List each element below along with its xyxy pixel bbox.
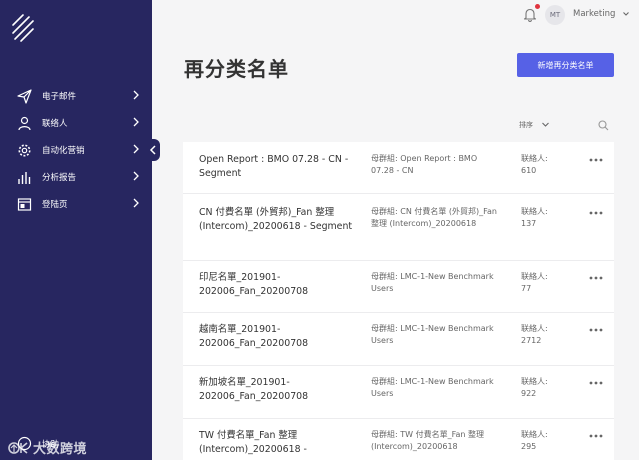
parent-group: 母群組: CN 付費名單 (外貿邦)_Fan 整理 (Intercom)_202… xyxy=(371,207,497,228)
contact-count-value: 137 xyxy=(521,219,537,228)
list-item[interactable]: CN 付費名單 (外貿邦)_Fan 整理 (Intercom)_20200618… xyxy=(183,194,614,261)
chevron-down-icon[interactable] xyxy=(622,10,630,18)
contact-count-label: 联絡人: xyxy=(521,377,548,386)
bar-chart-icon xyxy=(18,172,31,184)
avatar[interactable]: MT xyxy=(545,5,565,25)
new-segment-button[interactable]: 新增再分类名单 xyxy=(517,53,614,77)
contact-count: 联絡人: 137 xyxy=(521,206,548,230)
segment-name[interactable]: 越南名單_201901-202006_Fan_20200708 xyxy=(199,323,367,351)
list-item[interactable]: Open Report : BMO 07.28 - CN - Segment 母… xyxy=(183,142,614,194)
parent-group: 母群組: LMC-1-New Benchmark Users xyxy=(371,272,494,293)
contact-count-label: 联絡人: xyxy=(521,324,548,333)
search-icon[interactable] xyxy=(598,120,609,131)
contact-count: 联絡人: 295 xyxy=(521,429,548,453)
sidebar-item-reports[interactable]: 分析报告 xyxy=(0,164,152,191)
segment-name[interactable]: CN 付費名單 (外貿邦)_Fan 整理 (Intercom)_20200618… xyxy=(199,206,367,234)
contact-count: 联絡人: 77 xyxy=(521,271,548,295)
parent-group: 母群組: Open Report : BMO 07.28 - CN xyxy=(371,154,478,175)
segment-name[interactable]: 新加坡名單_201901-202006_Fan_20200708 xyxy=(199,376,367,404)
list-item[interactable]: 印尼名單_201901-202006_Fan_20200708 母群組: LMC… xyxy=(183,261,614,313)
segment-list: Open Report : BMO 07.28 - CN - Segment 母… xyxy=(183,142,614,460)
sidebar-item-label: 分析报告 xyxy=(42,173,77,183)
list-item[interactable]: 越南名單_201901-202006_Fan_20200708 母群組: LMC… xyxy=(183,313,614,366)
sidebar-nav: 电子邮件 联络人 自动化营销 分析报告 登陆页 xyxy=(0,83,152,218)
bell-icon[interactable] xyxy=(523,7,537,22)
contact-count-label: 联絡人: xyxy=(521,430,548,439)
logo-icon[interactable] xyxy=(11,13,35,43)
chevron-right-icon xyxy=(133,171,139,181)
gear-icon xyxy=(18,144,31,157)
sidebar-item-label: 自动化营销 xyxy=(42,146,85,156)
contact-count: 联絡人: 2712 xyxy=(521,323,548,347)
contact-count: 联絡人: 610 xyxy=(521,153,548,177)
contact-count-value: 922 xyxy=(521,389,537,398)
parent-group: 母群組: LMC-1-New Benchmark Users xyxy=(371,377,494,398)
more-options-icon[interactable] xyxy=(589,275,603,281)
sidebar-item-email[interactable]: 电子邮件 xyxy=(0,83,152,110)
sidebar: 电子邮件 联络人 自动化营销 分析报告 登陆页 协助 大数跨境 xyxy=(0,0,152,460)
sidebar-item-label: 联络人 xyxy=(42,119,68,129)
chevron-right-icon xyxy=(133,198,139,208)
page-title: 再分类名单 xyxy=(184,57,289,81)
more-options-icon[interactable] xyxy=(589,433,603,439)
sidebar-collapse-toggle[interactable] xyxy=(146,139,160,161)
chevron-down-icon[interactable] xyxy=(541,121,550,129)
contact-count-value: 610 xyxy=(521,166,537,175)
contact-count: 联絡人: 922 xyxy=(521,376,548,400)
chevron-left-icon xyxy=(149,145,156,155)
workspace-selector[interactable]: Marketing xyxy=(573,9,615,19)
parent-group: 母群組: TW 付費名單_Fan 整理 (Intercom)_20200618 xyxy=(371,430,484,451)
notification-badge xyxy=(535,4,540,9)
segment-name[interactable]: Open Report : BMO 07.28 - CN - Segment xyxy=(199,153,367,181)
chevron-right-icon xyxy=(133,90,139,100)
watermark: 大数跨境 xyxy=(8,438,87,457)
sidebar-item-contacts[interactable]: 联络人 xyxy=(0,110,152,137)
more-options-icon[interactable] xyxy=(589,380,603,386)
contact-count-label: 联絡人: xyxy=(521,207,548,216)
sidebar-item-landing-pages[interactable]: 登陆页 xyxy=(0,191,152,218)
more-options-icon[interactable] xyxy=(589,157,603,163)
send-icon xyxy=(17,89,32,104)
contact-count-label: 联絡人: xyxy=(521,272,548,281)
contact-count-value: 295 xyxy=(521,442,537,451)
sidebar-item-automation[interactable]: 自动化营销 xyxy=(0,137,152,164)
sort-dropdown[interactable]: 排序 xyxy=(519,120,533,130)
watermark-logo-icon xyxy=(8,441,28,454)
list-item[interactable]: 新加坡名單_201901-202006_Fan_20200708 母群組: LM… xyxy=(183,366,614,419)
sidebar-item-label: 电子邮件 xyxy=(42,92,77,102)
sidebar-item-label: 登陆页 xyxy=(42,200,68,210)
contact-count-value: 2712 xyxy=(521,336,542,345)
chevron-right-icon xyxy=(133,117,139,127)
contact-count-label: 联絡人: xyxy=(521,154,548,163)
segment-name[interactable]: TW 付費名單_Fan 整理 (Intercom)_20200618 - xyxy=(199,429,367,457)
user-icon xyxy=(18,116,31,131)
landing-page-icon xyxy=(17,198,32,211)
more-options-icon[interactable] xyxy=(589,210,603,216)
watermark-text: 大数跨境 xyxy=(33,442,88,457)
contact-count-value: 77 xyxy=(521,284,532,293)
parent-group: 母群組: LMC-1-New Benchmark Users xyxy=(371,324,494,345)
more-options-icon[interactable] xyxy=(589,327,603,333)
chevron-right-icon xyxy=(133,144,139,154)
segment-name[interactable]: 印尼名單_201901-202006_Fan_20200708 xyxy=(199,271,367,299)
list-item[interactable]: TW 付費名單_Fan 整理 (Intercom)_20200618 - 母群組… xyxy=(183,419,614,460)
